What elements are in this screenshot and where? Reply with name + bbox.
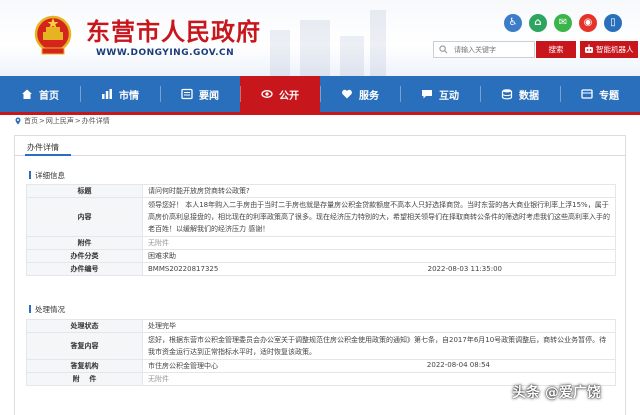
main-nav: 首页 市情 要闻 公开 服务 互动 数据 专题 xyxy=(0,76,640,112)
details-heading: 详细信息 xyxy=(35,170,65,180)
status-value: 处理完毕 xyxy=(142,319,616,333)
case-detail-panel: 办件详情 详细信息 标题 请问何时能开放房贷商转公政策? 内容 领导您好！ 本人… xyxy=(14,135,626,415)
handling-table: 处理状态 处理完毕 答复内容 您好，根据东营市公积金管理委员会办公室关于调整规范… xyxy=(26,319,616,386)
search-input[interactable] xyxy=(454,42,534,57)
section-marker xyxy=(29,171,31,179)
nav-label: 服务 xyxy=(359,90,379,102)
search-icon xyxy=(439,45,448,54)
site-title[interactable]: 东营市人民政府 xyxy=(86,12,261,47)
home-link-icon[interactable]: ⌂ xyxy=(529,14,547,32)
section-marker xyxy=(29,305,31,313)
breadcrumb-home[interactable]: 首页 xyxy=(24,116,38,126)
heart-icon xyxy=(342,89,352,99)
org-label: 答复机构 xyxy=(26,359,143,373)
national-emblem-icon xyxy=(34,15,72,55)
smart-robot-button[interactable]: 智能机器人 xyxy=(580,41,638,58)
nav-item-news[interactable]: 要闻 xyxy=(160,76,240,112)
reply-label: 答复内容 xyxy=(26,332,143,360)
table-row: 处理状态 处理完毕 xyxy=(26,319,616,333)
status-label: 处理状态 xyxy=(26,319,143,333)
chat-icon xyxy=(422,90,432,99)
nav-label: 互动 xyxy=(439,90,459,102)
nav-item-city-info[interactable]: 市情 xyxy=(80,76,160,112)
breadcrumb-online-voice[interactable]: 网上民声 xyxy=(46,116,74,126)
social-links: ♿ ⌂ ✉ ◉ ▯ xyxy=(504,14,629,32)
nav-label: 市情 xyxy=(119,90,139,102)
news-icon xyxy=(181,88,193,100)
nav-label: 首页 xyxy=(39,90,59,102)
reply-value: 您好，根据东营市公积金管理委员会办公室关于调整规范住房公积金使用政策的通知》第七… xyxy=(142,332,616,360)
content-label: 内容 xyxy=(26,197,143,237)
robot-label: 智能机器人 xyxy=(596,45,634,54)
attachment-value: 无附件 xyxy=(142,236,616,250)
nav-label: 数据 xyxy=(519,90,539,102)
case-number-cell: BMMS20220817325 2022-08-03 11:35:00 xyxy=(142,262,616,276)
handling-section-header: 处理情况 xyxy=(25,301,617,317)
handling-heading: 处理情况 xyxy=(35,304,65,314)
nav-item-interaction[interactable]: 互动 xyxy=(400,76,480,112)
breadcrumb-separator: > xyxy=(39,117,45,125)
site-url: WWW.DONGYING.GOV.CN xyxy=(96,48,235,58)
reply-time: 2022-08-04 08:54 xyxy=(426,361,490,369)
category-label: 办件分类 xyxy=(26,249,143,263)
content-value: 领导您好！ 本人18年购入二手房由于当时二手房也就是存量房公积金贷款额度不高本人… xyxy=(142,197,616,237)
title-value: 请问何时能开放房贷商转公政策? xyxy=(142,184,616,198)
table-row: 办件分类 困难求助 xyxy=(26,249,616,263)
attachment-label: 附件 xyxy=(26,236,143,250)
handling-attachment-label: 附 件 xyxy=(26,372,143,386)
nav-item-home[interactable]: 首页 xyxy=(0,76,80,112)
chart-icon xyxy=(102,89,112,99)
database-icon xyxy=(501,89,513,100)
table-row: 附件 无附件 xyxy=(26,236,616,250)
search-box[interactable] xyxy=(433,41,535,58)
tab-active-indicator xyxy=(25,154,71,156)
breadcrumb-separator: > xyxy=(74,117,81,125)
panel-divider xyxy=(15,155,625,156)
robot-icon xyxy=(585,44,593,53)
details-section-header: 详细信息 xyxy=(25,167,617,183)
table-row: 答复机构 市住房公积金管理中心 2022-08-04 08:54 xyxy=(26,359,616,373)
breadcrumb-current: 办件详情 xyxy=(81,117,110,125)
nav-accent-bar xyxy=(0,112,640,115)
nav-item-topics[interactable]: 专题 xyxy=(560,76,640,112)
org-value: 市住房公积金管理中心 xyxy=(148,362,218,370)
accessibility-icon[interactable]: ♿ xyxy=(504,14,522,32)
org-cell: 市住房公积金管理中心 2022-08-04 08:54 xyxy=(142,359,616,373)
category-value: 困难求助 xyxy=(142,249,616,263)
title-label: 标题 xyxy=(26,184,143,198)
nav-label: 要闻 xyxy=(199,90,219,102)
nav-label: 专题 xyxy=(599,90,619,102)
submit-time: 2022-08-03 11:35:00 xyxy=(427,265,502,273)
table-row: 答复内容 您好，根据东营市公积金管理委员会办公室关于调整规范住房公积金使用政策的… xyxy=(26,332,616,360)
nav-item-service[interactable]: 服务 xyxy=(320,76,400,112)
home-icon xyxy=(22,89,32,99)
breadcrumb: 首页 > 网上民声 > 办件详情 xyxy=(14,116,110,126)
nav-item-data[interactable]: 数据 xyxy=(480,76,560,112)
table-row: 标题 请问何时能开放房贷商转公政策? xyxy=(26,184,616,198)
site-header: 东营市人民政府 WWW.DONGYING.GOV.CN ♿ ⌂ ✉ ◉ ▯ 搜索… xyxy=(0,0,640,76)
details-table: 标题 请问何时能开放房贷商转公政策? 内容 领导您好！ 本人18年购入二手房由于… xyxy=(26,184,616,276)
topic-icon xyxy=(581,89,593,99)
case-number-label: 办件编号 xyxy=(26,262,143,276)
case-number-value: BMMS20220817325 xyxy=(148,265,219,273)
toutiao-watermark: 头条 @爱广饶 xyxy=(512,385,601,401)
search-button[interactable]: 搜索 xyxy=(536,41,576,58)
mobile-icon[interactable]: ▯ xyxy=(604,14,622,32)
nav-item-public[interactable]: 公开 xyxy=(240,76,320,112)
table-row: 办件编号 BMMS20220817325 2022-08-03 11:35:00 xyxy=(26,262,616,276)
location-icon xyxy=(15,117,21,125)
weibo-icon[interactable]: ◉ xyxy=(579,14,597,32)
nav-label: 公开 xyxy=(279,90,299,102)
table-row: 内容 领导您好！ 本人18年购入二手房由于当时二手房也就是存量房公积金贷款额度不… xyxy=(26,197,616,237)
eye-icon xyxy=(261,90,273,98)
wechat-icon[interactable]: ✉ xyxy=(554,14,572,32)
